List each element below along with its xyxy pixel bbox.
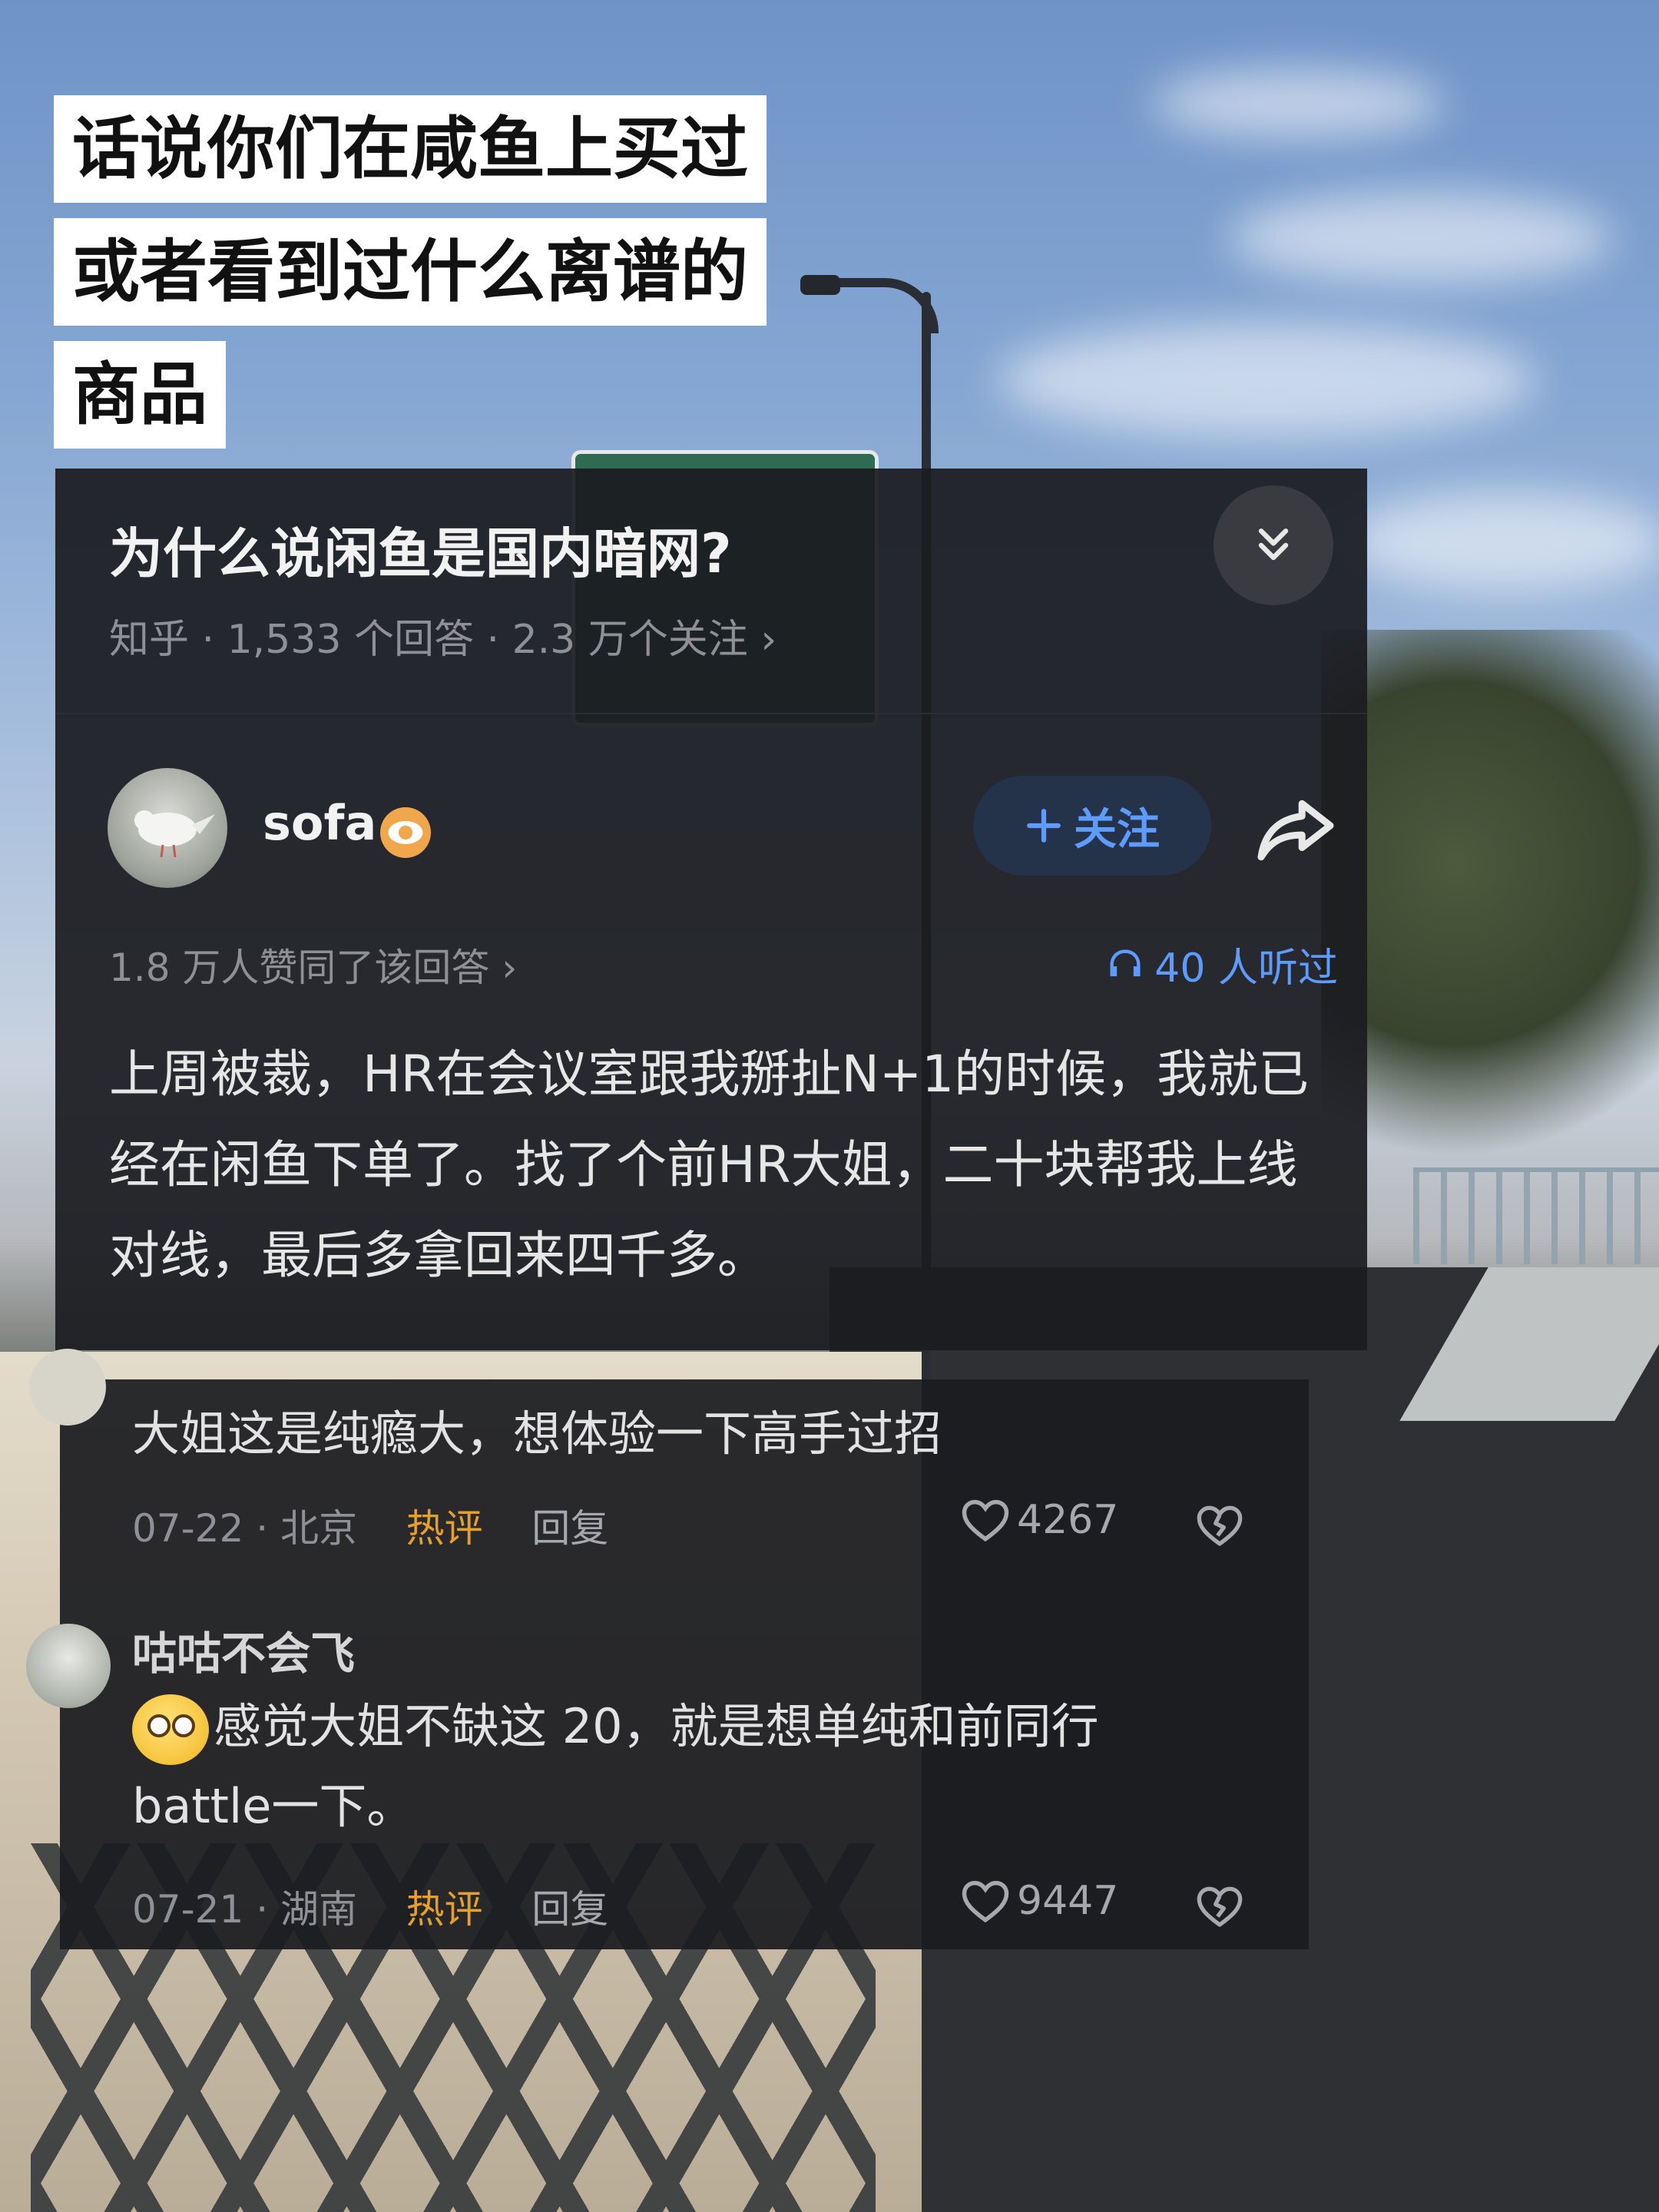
vote-count[interactable]: 1.8 万人赞同了该回答 › (109, 937, 517, 992)
hot-comment-badge: 热评 (406, 1887, 483, 1932)
title-line-1: 话说你们在咸鱼上买过 (54, 95, 767, 203)
listen-count-label: 40 人听过 (1154, 945, 1338, 992)
plus-icon (1027, 809, 1061, 843)
comment-text-body: 感觉大姐不缺这 20，就是想单纯和前同行battle一下。 (132, 1698, 1099, 1834)
title-line-2: 或者看到过什么离谱的 (54, 218, 767, 326)
hot-comment-badge: 热评 (406, 1506, 483, 1551)
answer-card: 为什么说闲鱼是国内暗网? 知乎 · 1,533 个回答 · 2.3 万个关注 ›… (55, 469, 1367, 1350)
like-button[interactable]: 4267 (960, 1496, 1118, 1544)
title-line-3: 商品 (54, 341, 227, 449)
like-count: 4267 (1017, 1497, 1119, 1543)
comment-location: 湖南 (280, 1887, 357, 1932)
broken-heart-icon[interactable] (1195, 1882, 1244, 1931)
reply-button[interactable]: 回复 (531, 1887, 608, 1932)
like-button[interactable]: 9447 (960, 1877, 1118, 1925)
comment-avatar[interactable] (29, 1349, 106, 1426)
dizzy-eyes-emoji-icon (132, 1694, 209, 1765)
reply-button[interactable]: 回复 (531, 1506, 608, 1551)
comments-panel: 大姐这是纯瘾大，想体验一下高手过招 07-22 · 北京 热评 回复 4267 … (26, 1349, 1309, 1949)
question-title[interactable]: 为什么说闲鱼是国内暗网? (109, 511, 732, 588)
like-count: 9447 (1017, 1878, 1119, 1924)
question-meta[interactable]: 知乎 · 1,533 个回答 · 2.3 万个关注 › (109, 607, 777, 664)
comment-location: 北京 (280, 1506, 357, 1551)
listen-count[interactable]: 40 人听过 (1105, 935, 1338, 993)
broken-heart-icon[interactable] (1195, 1501, 1244, 1550)
collapse-button[interactable] (1214, 485, 1333, 605)
comment-date: 07-22 (132, 1506, 244, 1551)
comment-text[interactable]: 感觉大姐不缺这 20，就是想单纯和前同行battle一下。 (132, 1687, 1207, 1846)
chevrons-down-icon (1258, 528, 1289, 561)
share-arrow-icon[interactable] (1253, 794, 1338, 863)
comment-username[interactable]: 咕咕不会飞 (132, 1618, 355, 1682)
answer-content[interactable]: 上周被裁，HR在会议室跟我掰扯N+1的时候，我就已经在闲鱼下单了。找了个前HR大… (109, 1029, 1323, 1301)
follow-button[interactable]: 关注 (973, 776, 1211, 876)
comment-date: 07-21 (132, 1887, 244, 1932)
heart-icon (962, 1499, 1009, 1542)
comment-text[interactable]: 大姐这是纯瘾大，想体验一下高手过招 (132, 1395, 942, 1464)
comment-avatar[interactable] (26, 1624, 111, 1708)
follow-label: 关注 (1074, 804, 1160, 855)
heart-icon (962, 1880, 1009, 1923)
author-avatar[interactable] (108, 768, 227, 888)
comment-meta: 07-21 · 湖南 热评 回复 (132, 1887, 609, 1932)
divider (55, 713, 1367, 714)
pigeon-image (134, 810, 215, 858)
author-name[interactable]: sofa (263, 795, 376, 851)
comment-meta: 07-22 · 北京 热评 回复 (132, 1506, 609, 1551)
headphones-icon (1110, 949, 1141, 976)
eye-badge-icon (380, 807, 431, 858)
